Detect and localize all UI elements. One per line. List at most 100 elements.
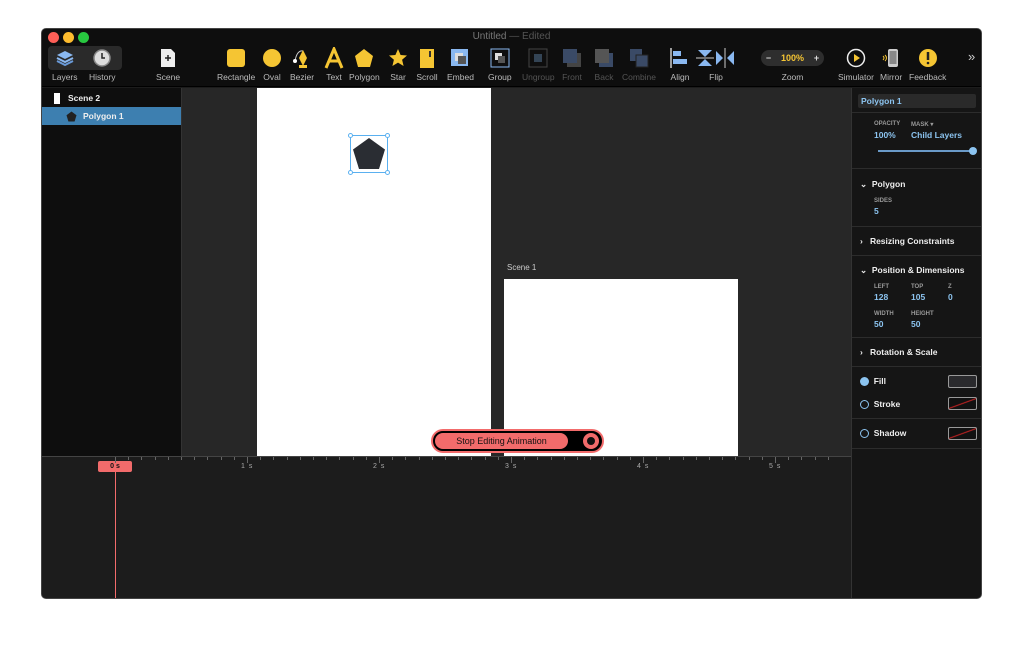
embed-tool-button[interactable]: Embed — [447, 47, 474, 82]
z-value[interactable]: 0 — [948, 292, 953, 302]
stop-editing-animation-button[interactable]: Stop Editing Animation — [435, 433, 568, 449]
height-value[interactable]: 50 — [911, 319, 920, 329]
timeline-tick — [299, 457, 301, 460]
timeline-tick — [563, 457, 565, 460]
width-value[interactable]: 50 — [874, 319, 883, 329]
timeline[interactable]: 0 s 1 s2 s3 s4 s5 s — [42, 456, 851, 598]
mask-dropdown[interactable]: MASK ▾ — [911, 121, 933, 128]
oval-tool-button[interactable]: Oval — [261, 47, 283, 82]
tool-label: Front — [562, 72, 582, 82]
group-tool-button[interactable]: Group — [488, 47, 512, 82]
tool-label: Align — [670, 72, 690, 82]
position-dimensions-header[interactable]: ⌄ Position & Dimensions — [860, 265, 964, 276]
combine-tool-button[interactable]: Combine — [622, 47, 656, 82]
rotation-scale-header[interactable]: › Rotation & Scale — [860, 347, 937, 357]
pentagon-icon — [66, 111, 77, 121]
opacity-value[interactable]: 100% — [874, 130, 896, 140]
align-tool-button[interactable]: Align — [669, 47, 691, 82]
timeline-tick — [326, 457, 328, 460]
text-tool-button[interactable]: Text — [323, 47, 345, 82]
left-value[interactable]: 128 — [874, 292, 888, 302]
timeline-tick — [260, 457, 262, 460]
shadow-toggle[interactable]: Shadow — [860, 428, 906, 439]
left-label: LEFT — [874, 284, 889, 290]
timeline-tick — [233, 457, 235, 460]
playhead-line[interactable] — [115, 472, 116, 598]
timeline-tick — [128, 457, 130, 460]
zoom-out-button[interactable]: − — [766, 53, 771, 63]
timeline-tick — [761, 457, 763, 460]
animation-bar: Stop Editing Animation — [431, 429, 604, 453]
timeline-tick — [616, 457, 618, 460]
resize-handle[interactable] — [385, 133, 390, 138]
tool-label: Scroll — [416, 72, 438, 82]
timeline-tick — [352, 457, 354, 460]
flip-icon — [696, 47, 736, 69]
tool-label: Ungroup — [522, 72, 555, 82]
timeline-tick — [392, 457, 394, 460]
timeline-tick — [115, 457, 116, 463]
canvas[interactable]: Scene 1 Stop Editing Animation — [182, 88, 851, 456]
polygon-tool-button[interactable]: Polygon — [349, 47, 380, 82]
opacity-slider[interactable] — [878, 147, 977, 155]
back-tool-button[interactable]: Back — [593, 47, 615, 82]
resize-handle[interactable] — [385, 170, 390, 175]
pentagon-shape — [353, 138, 385, 169]
polygon-section-header[interactable]: ⌄ Polygon — [860, 179, 905, 190]
stroke-color-swatch[interactable] — [948, 397, 977, 410]
time-label: 5 s — [769, 463, 782, 470]
feedback-button[interactable]: Feedback — [909, 47, 946, 82]
zoom-in-button[interactable]: + — [814, 53, 819, 63]
resize-handle[interactable] — [348, 133, 353, 138]
fill-toggle[interactable]: Fill — [860, 376, 886, 387]
timeline-tick — [167, 457, 169, 460]
top-value[interactable]: 105 — [911, 292, 925, 302]
timeline-tick — [735, 457, 737, 460]
bezier-tool-button[interactable]: Bezier — [290, 47, 314, 82]
shadow-color-swatch[interactable] — [948, 427, 977, 440]
inspector-panel: Polygon 1 OPACITY 100% MASK ▾ Child Laye… — [851, 88, 981, 598]
record-button[interactable] — [583, 433, 599, 449]
timeline-tick — [709, 457, 710, 460]
front-tool-button[interactable]: Front — [561, 47, 583, 82]
zoom-control: −100% + Zoom — [761, 47, 824, 82]
simulator-button[interactable]: Simulator — [838, 47, 874, 82]
sides-value[interactable]: 5 — [874, 206, 879, 216]
layer-scene-2[interactable]: Scene 2 — [42, 89, 181, 107]
timeline-tick — [339, 457, 341, 460]
tool-label: Back — [594, 72, 614, 82]
ungroup-tool-button[interactable]: Ungroup — [522, 47, 555, 82]
layers-button[interactable]: Layers — [52, 47, 78, 82]
combine-icon — [628, 47, 650, 69]
timeline-tick — [207, 457, 209, 460]
timeline-tick — [524, 457, 526, 460]
history-button[interactable]: History — [89, 47, 115, 82]
app-window: Untitled — Edited Layers History Scene R… — [41, 28, 982, 599]
rectangle-tool-button[interactable]: Rectangle — [217, 47, 255, 82]
artboard-scene-2[interactable] — [257, 88, 491, 456]
resize-handle[interactable] — [348, 170, 353, 175]
layers-icon — [55, 47, 75, 69]
resizing-constraints-header[interactable]: › Resizing Constraints — [860, 236, 954, 246]
scene-1-label[interactable]: Scene 1 — [507, 263, 536, 272]
time-label: 1 s — [241, 463, 254, 470]
scroll-tool-button[interactable]: Scroll — [416, 47, 438, 82]
timeline-tick — [629, 457, 631, 460]
star-tool-button[interactable]: Star — [387, 47, 409, 82]
timeline-tick — [484, 457, 486, 460]
layer-name-field[interactable]: Polygon 1 — [858, 94, 976, 108]
timeline-tick — [722, 457, 724, 460]
timeline-tick — [682, 457, 684, 460]
time-label: 3 s — [505, 463, 518, 470]
scene-button[interactable]: Scene — [156, 47, 180, 82]
selected-polygon[interactable] — [348, 133, 390, 175]
mask-value[interactable]: Child Layers — [911, 130, 962, 140]
stroke-toggle[interactable]: Stroke — [860, 399, 900, 410]
layer-polygon-1[interactable]: Polygon 1 — [42, 107, 181, 125]
fill-color-swatch[interactable] — [948, 375, 977, 388]
overflow-button[interactable]: » — [968, 49, 975, 64]
mirror-button[interactable]: Mirror — [880, 47, 902, 82]
flip-tool-button[interactable]: Flip — [696, 47, 736, 82]
window-title: Untitled — Edited — [472, 31, 551, 42]
slider-knob[interactable] — [969, 147, 977, 155]
